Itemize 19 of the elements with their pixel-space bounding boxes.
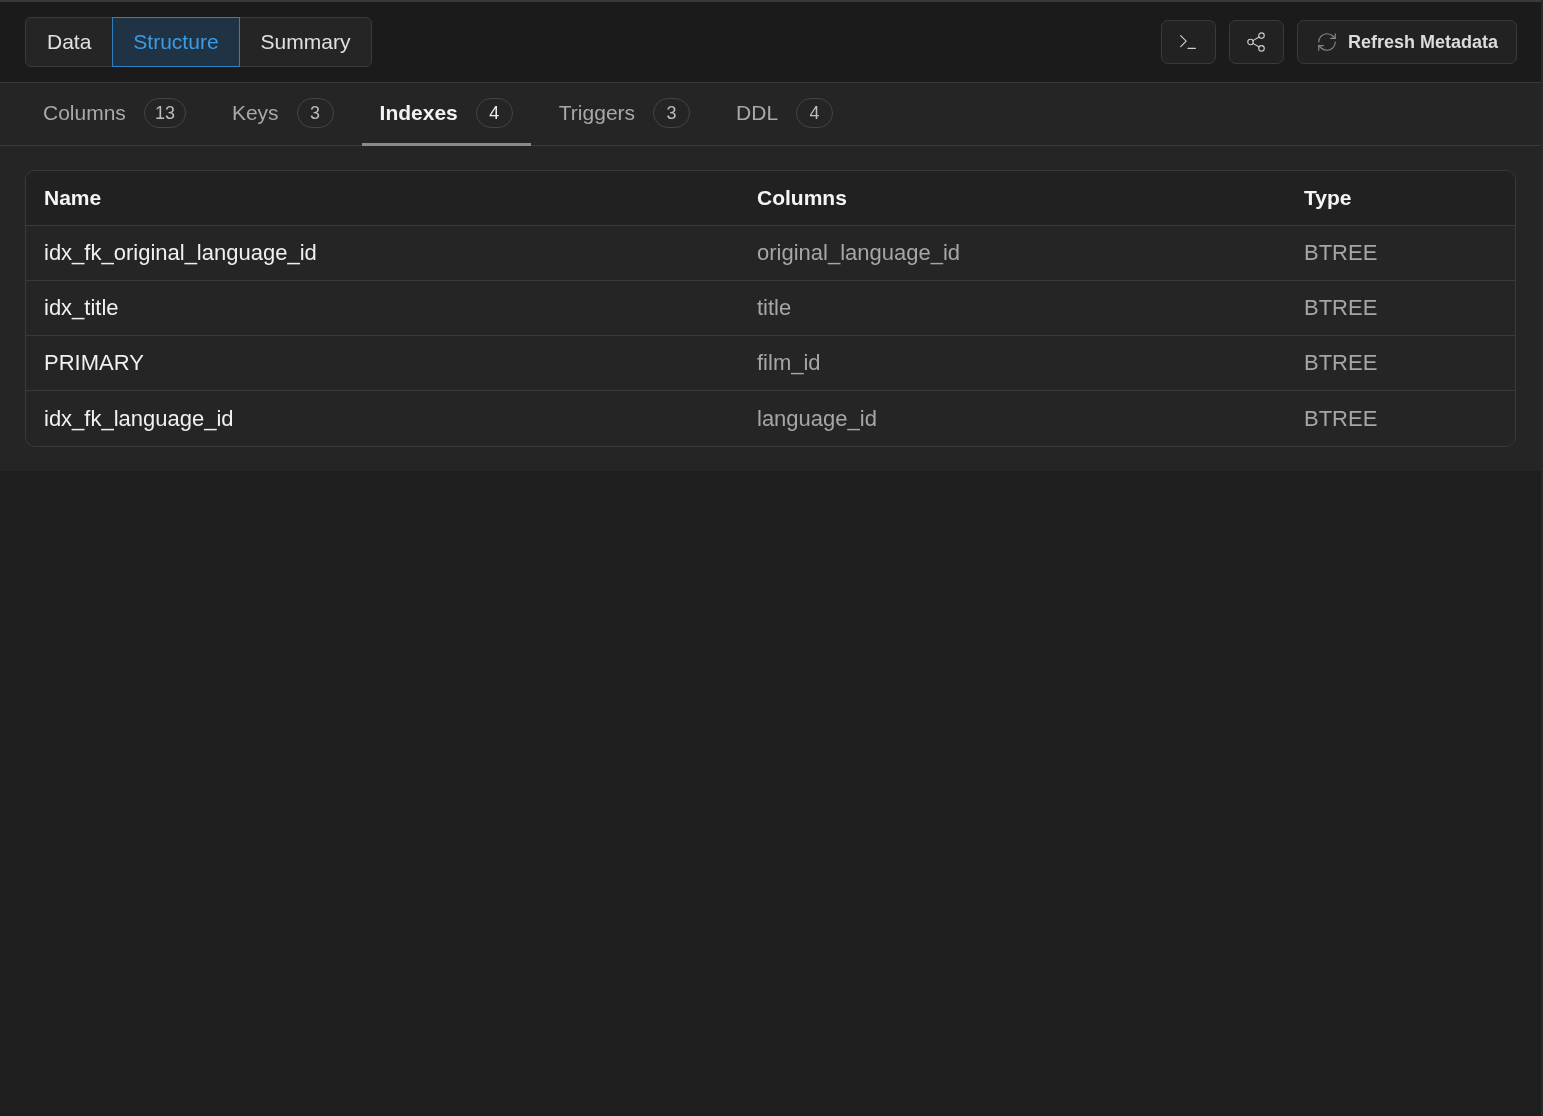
section-tab[interactable]: Triggers 3 (540, 83, 709, 146)
view-tab[interactable]: Data (26, 17, 113, 67)
view-tab[interactable]: Summary (239, 17, 372, 67)
column-header: Name (26, 171, 739, 226)
column-header: Columns (739, 171, 1286, 226)
section-tab[interactable]: Keys 3 (213, 83, 352, 146)
refresh-metadata-button[interactable]: Refresh Metadata (1296, 20, 1517, 64)
tab-label: DDL (736, 101, 779, 125)
share-icon (1245, 31, 1268, 53)
tab-label: Keys (231, 101, 279, 125)
refresh-icon (1315, 31, 1338, 53)
column-header: Type (1286, 171, 1515, 226)
view-tab[interactable]: Structure (112, 17, 240, 67)
tab-label: Triggers (558, 101, 636, 125)
section-tab[interactable]: DDL 4 (718, 83, 852, 146)
tab-label: Columns (43, 101, 126, 125)
tab-label: Indexes (379, 101, 458, 125)
share-button[interactable] (1228, 20, 1284, 64)
section-tab[interactable]: Columns 13 (25, 83, 204, 146)
